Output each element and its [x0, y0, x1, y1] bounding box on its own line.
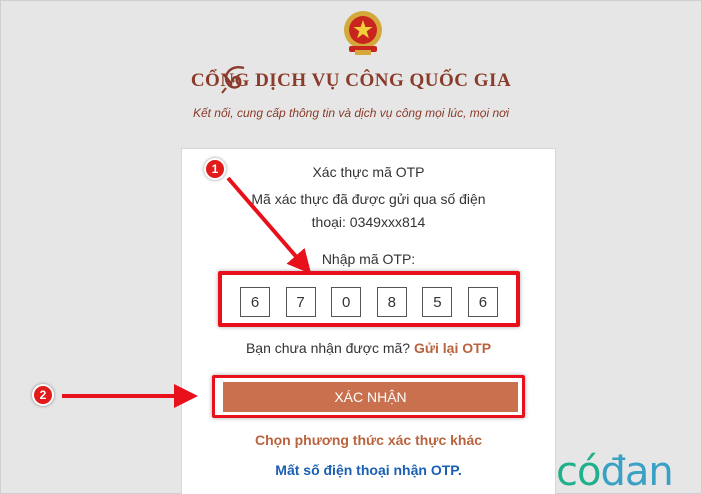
watermark-part1: có: [556, 449, 601, 494]
arrow-1: [226, 176, 312, 275]
codan-watermark: cóđan: [556, 449, 674, 494]
watermark-part2: đan: [600, 449, 673, 494]
step-2-badge: 2: [32, 384, 54, 406]
step-1-badge: 1: [204, 158, 226, 180]
annotation-arrows: [62, 176, 312, 408]
